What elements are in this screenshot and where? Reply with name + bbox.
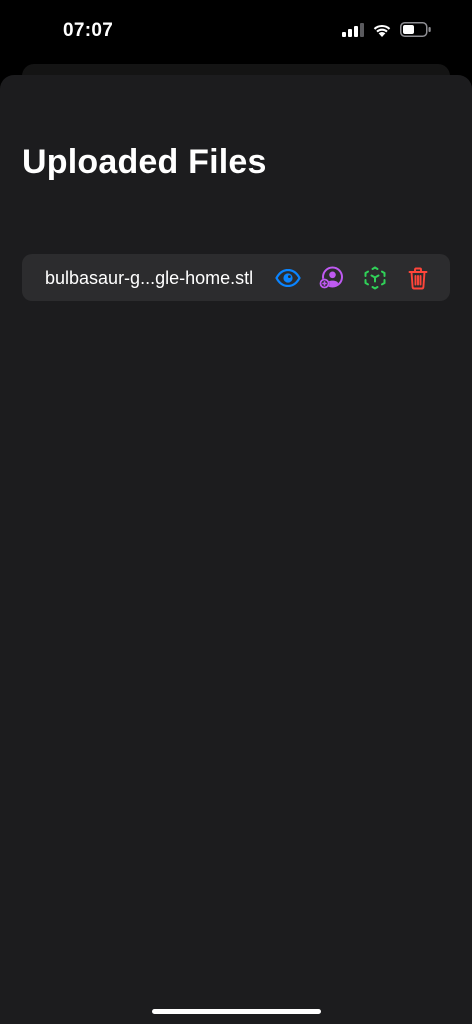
- wifi-icon: [372, 22, 392, 42]
- cellular-signal-icon: [342, 22, 364, 42]
- trash-icon[interactable]: [405, 265, 431, 291]
- status-bar: 07:07: [0, 0, 472, 62]
- eye-icon[interactable]: [275, 265, 301, 291]
- file-name: bulbasaur-g...gle-home.stl: [45, 268, 254, 288]
- uploaded-files-sheet: Uploaded Files bulbasaur-g...gle-home.st…: [0, 75, 472, 1024]
- battery-icon: [400, 22, 432, 42]
- status-icons: [342, 22, 432, 42]
- scan-cube-icon[interactable]: [362, 265, 388, 291]
- status-time: 07:07: [63, 20, 114, 41]
- home-indicator[interactable]: [152, 1009, 321, 1014]
- user-add-icon[interactable]: [318, 265, 344, 291]
- page-title: Uploaded Files: [22, 143, 267, 181]
- file-row[interactable]: bulbasaur-g...gle-home.stl: [22, 254, 450, 301]
